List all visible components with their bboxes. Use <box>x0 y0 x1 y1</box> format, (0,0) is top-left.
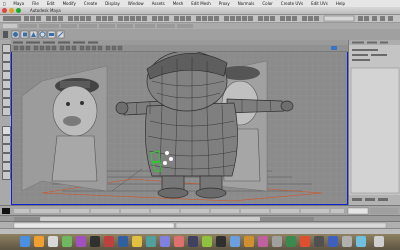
apple-icon[interactable]:  <box>3 1 5 6</box>
lasso-tool-icon[interactable] <box>2 53 11 62</box>
component-marker <box>163 161 167 165</box>
paint-select-icon[interactable] <box>2 62 11 71</box>
app-icon[interactable] <box>202 236 212 247</box>
app-icon[interactable] <box>132 236 142 247</box>
component-marker <box>169 157 173 161</box>
window-title: Autodesk Maya <box>30 8 61 13</box>
menu-mesh[interactable]: Mesh <box>173 1 184 6</box>
app-icon[interactable] <box>244 236 254 247</box>
select-tool-icon[interactable] <box>2 44 11 53</box>
channel-box-contents[interactable] <box>349 40 400 205</box>
trash-icon[interactable] <box>374 236 384 247</box>
menu-create[interactable]: Create <box>84 1 97 6</box>
menu-create-uvs[interactable]: Create UVs <box>281 1 303 6</box>
manipulator-icon[interactable] <box>2 98 11 107</box>
menu-app[interactable]: Maya <box>13 1 24 6</box>
viewport-toolbar <box>11 45 348 52</box>
app-icon[interactable] <box>328 236 338 247</box>
app-icon[interactable] <box>286 236 296 247</box>
window-title-bar[interactable]: Autodesk Maya <box>0 7 400 15</box>
layout-outliner-icon[interactable] <box>2 153 11 162</box>
app-icon[interactable] <box>300 236 310 247</box>
menu-assets[interactable]: Assets <box>152 1 165 6</box>
menu-color[interactable]: Color <box>262 1 272 6</box>
app-icon[interactable] <box>342 236 352 247</box>
layout-graph-icon[interactable] <box>2 162 11 171</box>
menu-edit-uvs[interactable]: Edit UVs <box>311 1 328 6</box>
app-icon[interactable] <box>90 236 100 247</box>
finder-icon[interactable] <box>20 236 30 247</box>
layout-single-icon[interactable] <box>2 126 11 135</box>
app-icon[interactable] <box>258 236 268 247</box>
layout-hypershade-icon[interactable] <box>2 171 11 180</box>
scale-tool-icon[interactable] <box>2 89 11 98</box>
menu-proxy[interactable]: Proxy <box>219 1 230 6</box>
component-marker <box>165 151 169 155</box>
close-icon[interactable] <box>2 8 7 13</box>
menu-edit-mesh[interactable]: Edit Mesh <box>191 1 211 6</box>
mail-icon[interactable] <box>48 236 58 247</box>
browser-icon[interactable] <box>34 236 44 247</box>
menu-help[interactable]: Help <box>336 1 345 6</box>
menu-window[interactable]: Window <box>128 1 144 6</box>
viewport-scene <box>12 41 347 204</box>
app-icon[interactable] <box>146 236 156 247</box>
viewport-3d[interactable] <box>11 40 348 205</box>
app-icon[interactable] <box>118 236 128 247</box>
app-icon[interactable] <box>188 236 198 247</box>
menu-modify[interactable]: Modify <box>63 1 76 6</box>
menu-display[interactable]: Display <box>105 1 120 6</box>
minimize-icon[interactable] <box>9 8 14 13</box>
layout-side-icon[interactable] <box>2 144 11 153</box>
app-icon[interactable] <box>356 236 366 247</box>
layout-four-icon[interactable] <box>2 135 11 144</box>
app-icon[interactable] <box>216 236 226 247</box>
music-icon[interactable] <box>76 236 86 247</box>
app-icon[interactable] <box>174 236 184 247</box>
window-controls <box>2 8 26 13</box>
mac-dock <box>0 234 400 250</box>
status-line-icons[interactable] <box>0 15 400 22</box>
status-line <box>0 15 400 23</box>
app-icon[interactable] <box>104 236 114 247</box>
photo-icon[interactable] <box>62 236 72 247</box>
app-icon[interactable] <box>272 236 282 247</box>
last-tool-icon[interactable] <box>2 107 11 116</box>
shelf-icons[interactable] <box>0 29 400 40</box>
channel-box <box>348 40 400 205</box>
app-icon[interactable] <box>314 236 324 247</box>
rotate-tool-icon[interactable] <box>2 80 11 89</box>
menu-normals[interactable]: Normals <box>238 1 255 6</box>
zoom-icon[interactable] <box>16 8 21 13</box>
menu-edit[interactable]: Edit <box>47 1 55 6</box>
app-icon[interactable] <box>160 236 170 247</box>
move-tool-icon[interactable] <box>2 71 11 80</box>
viewport-toolbar-icons[interactable] <box>11 45 348 51</box>
menu-file[interactable]: File <box>32 1 39 6</box>
app-icon[interactable] <box>230 236 240 247</box>
